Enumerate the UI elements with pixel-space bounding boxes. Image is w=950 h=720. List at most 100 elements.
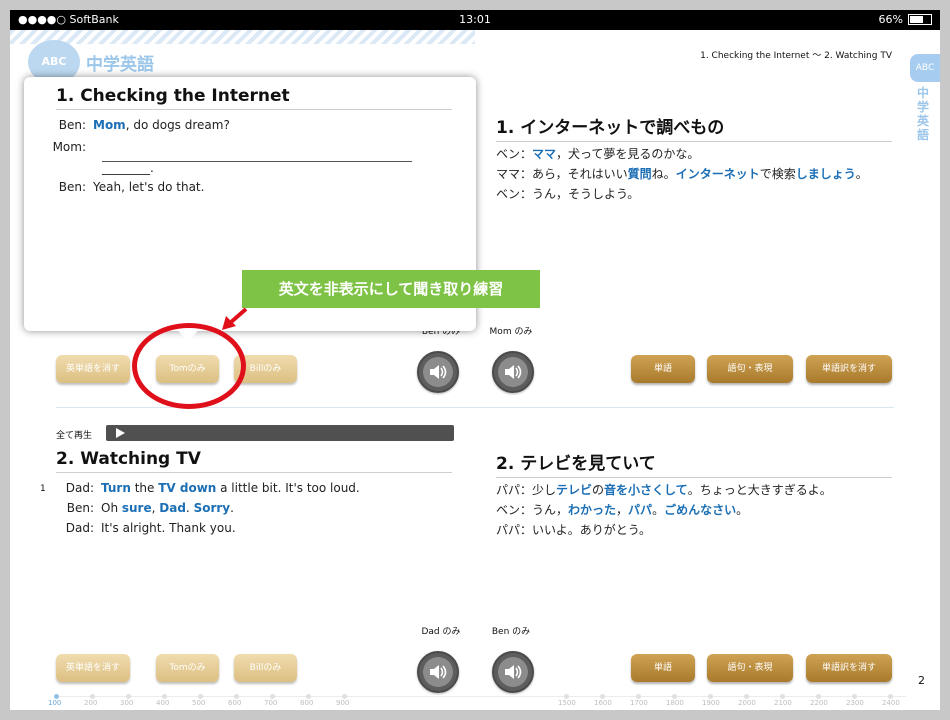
- slider-label: 1500: [558, 699, 576, 707]
- highlight-word[interactable]: TV down: [158, 481, 216, 495]
- text-segment: .: [185, 501, 194, 515]
- text-segment: ママ：あら，それはいい: [496, 167, 628, 181]
- text-segment: .: [230, 501, 234, 515]
- popup-title: 1. Checking the Internet: [56, 86, 452, 110]
- dialogue-line: Dad: Turn the TV down a little bit. It's …: [56, 481, 360, 495]
- slider-label: 900: [336, 699, 350, 707]
- breadcrumb: 1. Checking the Internet ～ 2. Watching T…: [700, 51, 892, 61]
- clock: 13:01: [459, 13, 491, 26]
- speaker-name: Ben:: [66, 501, 94, 515]
- blank-end: ________.: [102, 161, 154, 175]
- play-all-bar[interactable]: [106, 425, 454, 441]
- text-segment: the: [130, 481, 159, 495]
- highlight-word[interactable]: 音を小さくして: [604, 483, 688, 497]
- speaker-label-2: Mom のみ: [489, 327, 533, 337]
- page-number: 2: [918, 674, 925, 687]
- button-gold-3[interactable]: 単語訳を消す: [806, 355, 892, 383]
- speaker-name: Dad:: [65, 481, 94, 495]
- speaker-button-1[interactable]: [417, 351, 459, 393]
- side-tab[interactable]: ABC 中学英語: [906, 54, 940, 150]
- slider-label: 700: [264, 699, 278, 707]
- button-gold-2[interactable]: 語句・表現: [707, 355, 793, 383]
- jp-dialogue-line: パパ：いいよ。ありがとう。: [496, 521, 651, 538]
- highlight-word[interactable]: Mom: [93, 118, 126, 132]
- highlight-word[interactable]: ごめんなさい: [664, 503, 736, 517]
- popup-dialogue-line: Ben: Mom, do dogs dream?: [48, 118, 230, 132]
- slider-label: 1800: [666, 699, 684, 707]
- text-segment: パパ：いいよ。ありがとう。: [496, 523, 652, 537]
- text-segment: It's alright. Thank you.: [101, 521, 236, 535]
- text-segment: で検索: [759, 167, 796, 181]
- button-tan-2[interactable]: Tomのみ: [156, 654, 219, 682]
- text-segment: パパ：少し: [496, 483, 557, 497]
- dialogue-line: Dad: It's alright. Thank you.: [56, 521, 236, 535]
- popup-dialogue-line: Ben: Yeah, let's do that.: [48, 180, 205, 194]
- app-frame: ●●●●○ SoftBank 13:01 66% ABC 中学英語 1. Che…: [10, 10, 940, 710]
- highlight-word[interactable]: わかった: [568, 503, 616, 517]
- text-segment: ，犬って夢を見るのかな。: [556, 147, 700, 161]
- battery-percent: 66%: [878, 13, 903, 26]
- red-arrow-icon: [222, 307, 248, 330]
- highlight-word[interactable]: テレビ: [556, 483, 592, 497]
- button-gold-1[interactable]: 単語: [631, 654, 695, 682]
- highlight-word[interactable]: Turn: [101, 481, 131, 495]
- slider-label: 800: [300, 699, 314, 707]
- tip-callout: 英文を非表示にして聞き取り練習: [242, 270, 540, 308]
- speaker-icon: [430, 365, 447, 379]
- slider-track: [56, 696, 906, 697]
- row-number: 1: [40, 484, 46, 494]
- button-tan-1[interactable]: 英単語を消す: [56, 654, 130, 682]
- slider-label: 400: [156, 699, 170, 707]
- jp-dialogue-line: パパ：少しテレビの音を小さくして。ちょっと大きすぎるよ。: [496, 481, 832, 498]
- highlight-word[interactable]: パパ: [628, 503, 652, 517]
- highlight-word[interactable]: しましょう: [796, 167, 856, 181]
- section2-jp-title: 2. テレビを見ていて: [496, 449, 892, 478]
- highlight-word[interactable]: インターネット: [676, 167, 760, 181]
- button-gold-1[interactable]: 単語: [631, 355, 695, 383]
- speaker-icon: [505, 365, 522, 379]
- button-tan-1[interactable]: 英単語を消す: [56, 355, 130, 383]
- app-title: 中学英語: [86, 55, 154, 75]
- speaker-icon: [505, 665, 522, 679]
- text-segment: , do dogs dream?: [125, 118, 230, 132]
- slider-label: 500: [192, 699, 206, 707]
- section2-en-title: 2. Watching TV: [56, 449, 452, 473]
- text-segment: a little bit. It's too loud.: [216, 481, 360, 495]
- speaker-button-3[interactable]: [417, 651, 459, 693]
- text-segment: ベン：うん，: [496, 503, 569, 517]
- text-segment: 。: [652, 503, 665, 517]
- highlight-ring: [132, 323, 246, 409]
- battery-icon: [908, 14, 932, 25]
- button-tan-3[interactable]: Billのみ: [234, 654, 297, 682]
- text-segment: の: [592, 483, 605, 497]
- slider-label: 2400: [882, 699, 900, 707]
- text-segment: ベン：うん，そうしよう。: [496, 187, 640, 201]
- speaker-name: Mom:: [52, 140, 86, 154]
- highlight-word[interactable]: Sorry: [194, 501, 231, 515]
- jp-dialogue-line: ベン：うん，そうしよう。: [496, 185, 639, 202]
- popup-dialogue-line: Mom:: [48, 140, 93, 154]
- header-stripe: [10, 30, 475, 44]
- section1-jp-title: 1. インターネットで調べもの: [496, 113, 892, 142]
- highlight-word[interactable]: Dad: [159, 501, 186, 515]
- page-slider[interactable]: 100 200 300 400 500 600 700 800 900 1500 1600 1700 1…: [48, 692, 906, 710]
- side-tab-char: 中: [916, 86, 929, 100]
- slider-label: 600: [228, 699, 242, 707]
- speaker-button-2[interactable]: [492, 351, 534, 393]
- text-segment: ベン：: [496, 147, 533, 161]
- speaker-button-4[interactable]: [492, 651, 534, 693]
- speaker-name: Ben:: [58, 180, 86, 194]
- highlight-word[interactable]: ママ: [532, 147, 556, 161]
- text-segment: ね。: [651, 167, 676, 181]
- side-tab-char: 英: [916, 114, 929, 128]
- button-gold-2[interactable]: 語句・表現: [707, 654, 793, 682]
- highlight-word[interactable]: sure: [122, 501, 152, 515]
- button-gold-3[interactable]: 単語訳を消す: [806, 654, 892, 682]
- highlight-word[interactable]: 質問: [628, 167, 652, 181]
- speaker-label-3: Dad のみ: [421, 627, 461, 637]
- slider-label: 1700: [630, 699, 648, 707]
- speaker-name: Ben:: [58, 118, 86, 132]
- side-tab-char: 語: [916, 128, 929, 142]
- side-tab-char: 中学英語: [906, 86, 940, 142]
- slider-label: 300: [120, 699, 134, 707]
